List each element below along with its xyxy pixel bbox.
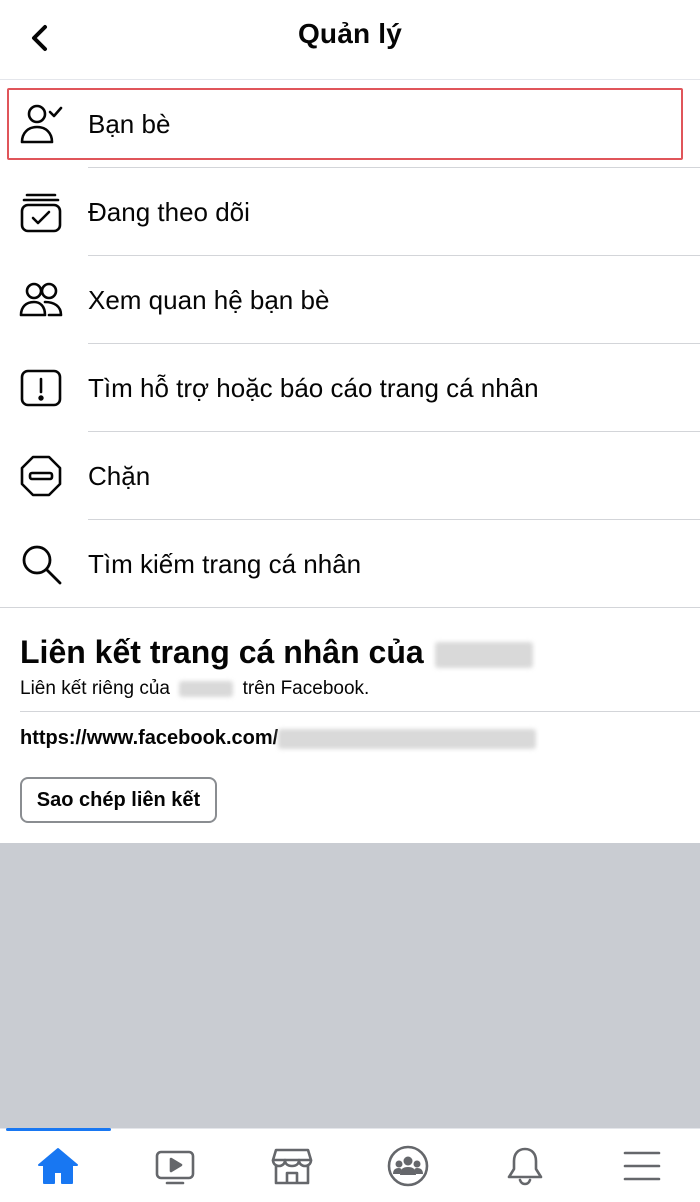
menu-item-see-friendship[interactable]: Xem quan hệ bạn bè bbox=[0, 256, 700, 344]
tab-home[interactable] bbox=[0, 1128, 117, 1202]
menu-item-label: Bạn bè bbox=[88, 109, 171, 139]
profile-link-title: Liên kết trang cá nhân của bbox=[20, 634, 533, 671]
menu-item-friends[interactable]: Bạn bè bbox=[0, 80, 700, 168]
copy-link-button[interactable]: Sao chép liên kết bbox=[20, 777, 217, 823]
bell-icon bbox=[507, 1147, 543, 1185]
menu-item-block[interactable]: Chặn bbox=[0, 432, 700, 520]
tab-notifications[interactable] bbox=[467, 1129, 584, 1202]
menu-item-label: Tìm hỗ trợ hoặc báo cáo trang cá nhân bbox=[88, 373, 539, 403]
menu-item-label: Tìm kiếm trang cá nhân bbox=[88, 549, 362, 579]
tab-marketplace[interactable] bbox=[233, 1129, 350, 1202]
following-stack-icon bbox=[18, 189, 64, 235]
tab-groups[interactable] bbox=[350, 1129, 467, 1202]
redacted-name bbox=[434, 641, 533, 668]
active-tab-indicator bbox=[6, 1128, 111, 1131]
profile-link-section: Liên kết trang cá nhân của Liên kết riên… bbox=[0, 608, 700, 843]
menu-item-report[interactable]: Tìm hỗ trợ hoặc báo cáo trang cá nhân bbox=[0, 344, 700, 432]
profile-link-title-text: Liên kết trang cá nhân của bbox=[20, 634, 424, 670]
subtitle-prefix: Liên kết riêng của bbox=[20, 678, 170, 699]
profile-link-subtitle: Liên kết riêng của trên Facebook. bbox=[20, 678, 369, 700]
redacted-name bbox=[179, 680, 234, 697]
menu-item-label: Đang theo dõi bbox=[88, 197, 250, 227]
report-exclamation-icon bbox=[18, 365, 64, 411]
page-title: Quản lý bbox=[297, 18, 403, 49]
redacted-url bbox=[278, 728, 537, 749]
menu-item-following[interactable]: Đang theo dõi bbox=[0, 168, 700, 256]
tab-watch[interactable] bbox=[117, 1129, 234, 1202]
menu-item-label: Xem quan hệ bạn bè bbox=[88, 285, 330, 315]
home-icon bbox=[38, 1147, 79, 1184]
background-area bbox=[0, 843, 700, 1128]
bottom-tab-bar bbox=[0, 1128, 700, 1202]
subtitle-suffix: trên Facebook. bbox=[242, 678, 370, 699]
top-bar: Quản lý bbox=[0, 0, 700, 80]
tab-menu[interactable] bbox=[583, 1129, 700, 1202]
menu-item-search-profile[interactable]: Tìm kiếm trang cá nhân bbox=[0, 520, 700, 608]
video-icon bbox=[155, 1150, 195, 1184]
search-icon bbox=[18, 541, 64, 587]
profile-url: https://www.facebook.com/ bbox=[20, 727, 537, 750]
menu-icon bbox=[623, 1151, 660, 1180]
friend-check-icon bbox=[18, 101, 64, 147]
groups-icon bbox=[388, 1145, 429, 1186]
manage-menu: Bạn bè Đang theo dõi Xem quan hệ bạn bè bbox=[0, 80, 700, 608]
marketplace-icon bbox=[271, 1148, 312, 1184]
menu-item-label: Chặn bbox=[88, 461, 151, 491]
divider bbox=[20, 711, 700, 712]
block-octagon-icon bbox=[18, 453, 64, 499]
profile-url-text: https://www.facebook.com/ bbox=[20, 727, 279, 749]
friends-pair-icon bbox=[18, 277, 64, 323]
